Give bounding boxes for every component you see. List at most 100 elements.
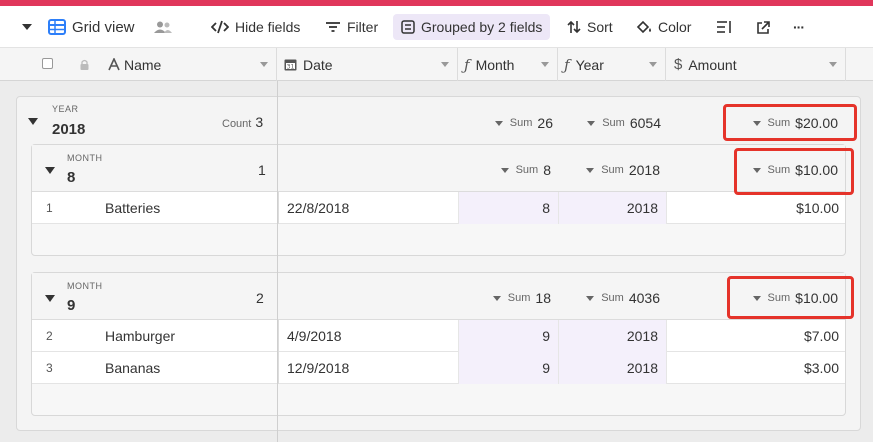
highlight-annotation <box>727 276 854 319</box>
cell-month[interactable]: 9 <box>458 352 558 384</box>
views-toggle-button[interactable] <box>22 6 32 48</box>
lock-icon <box>80 59 89 70</box>
column-header-year[interactable]: ƒ Year <box>558 48 666 81</box>
summary-menu-icon <box>492 295 501 301</box>
cell-name[interactable]: Hamburger <box>105 328 175 344</box>
row-number: 3 <box>46 361 53 375</box>
calendar-icon: 31 <box>284 59 297 71</box>
group-count: Count 3 <box>222 114 263 130</box>
summary-menu-icon <box>500 167 509 173</box>
column-menu-icon[interactable] <box>441 62 449 67</box>
group-field-name: MONTH <box>67 281 103 291</box>
cell-year[interactable]: 2018 <box>558 352 666 384</box>
summary-menu-icon <box>586 167 595 173</box>
group-value: 8 <box>67 169 76 186</box>
select-all-checkbox[interactable] <box>42 58 53 69</box>
column-header-name[interactable]: Name <box>0 48 277 81</box>
row-number: 1 <box>46 201 53 215</box>
summary-month[interactable]: Sum 18 <box>459 290 551 306</box>
cell-amount[interactable]: $7.00 <box>666 320 845 352</box>
cell-month[interactable]: 9 <box>458 320 558 352</box>
paint-bucket-icon <box>636 20 651 34</box>
group-label: Grouped by 2 fields <box>421 19 543 35</box>
group-value: 2018 <box>52 121 86 138</box>
sort-button[interactable]: Sort <box>567 6 613 48</box>
row-number: 2 <box>46 329 53 343</box>
currency-icon: $ <box>674 56 683 73</box>
subgroup-header: MONTH 9 2 Sum 18 Sum 4036 Sum $10.00 <box>32 273 845 320</box>
cell-year[interactable]: 2018 <box>558 192 666 224</box>
summary-year[interactable]: Sum 4036 <box>559 290 660 306</box>
more-options-button[interactable]: ··· <box>793 6 805 48</box>
count-label: Count <box>222 118 252 130</box>
filter-button[interactable]: Filter <box>325 6 378 48</box>
summary-year[interactable]: Sum 6054 <box>559 115 661 131</box>
cell-month[interactable]: 8 <box>458 192 558 224</box>
color-button[interactable]: Color <box>636 6 691 48</box>
row-height-button[interactable] <box>716 6 732 48</box>
column-header-amount[interactable]: $ Amount <box>666 48 846 81</box>
column-header-date[interactable]: 31 Date <box>277 48 458 81</box>
cell-year[interactable]: 2018 <box>558 320 666 352</box>
summary-menu-icon <box>494 120 503 126</box>
column-label: Year <box>575 56 604 73</box>
filter-label: Filter <box>347 19 379 35</box>
column-header-row: Name 31 Date ƒ Month ƒ Year $ Amount <box>0 48 873 81</box>
group-field-name: MONTH <box>67 153 103 163</box>
view-switcher-button[interactable]: Grid view <box>48 6 135 48</box>
cell-date[interactable]: 12/9/2018 <box>278 352 458 384</box>
cell-name[interactable]: Batteries <box>105 200 160 216</box>
column-menu-icon[interactable] <box>649 62 657 67</box>
row-height-icon <box>717 21 731 33</box>
column-label: Name <box>124 56 162 73</box>
collapse-group-icon[interactable] <box>45 167 55 174</box>
collapse-group-icon[interactable] <box>28 118 38 125</box>
summary-month[interactable]: Sum 8 <box>459 162 551 178</box>
column-label: Amount <box>688 56 737 73</box>
collapse-group-icon[interactable] <box>45 295 55 302</box>
cell-name[interactable]: Bananas <box>105 360 160 376</box>
column-menu-icon[interactable] <box>829 62 837 67</box>
group-value: 9 <box>67 297 76 314</box>
group-count: 1 <box>258 162 266 178</box>
column-label: Month <box>475 56 515 73</box>
color-label: Color <box>658 19 692 35</box>
view-name: Grid view <box>72 18 135 36</box>
svg-text:31: 31 <box>287 64 295 71</box>
group-icon <box>401 20 415 34</box>
cell-date[interactable]: 22/8/2018 <box>278 192 458 224</box>
summary-menu-icon <box>587 120 596 126</box>
hide-fields-button[interactable]: Hide fields <box>211 6 300 48</box>
summary-menu-icon <box>586 295 595 301</box>
group-button[interactable]: Grouped by 2 fields <box>393 14 551 40</box>
collaborators-button[interactable] <box>154 6 172 48</box>
hide-fields-label: Hide fields <box>235 19 301 35</box>
sort-icon <box>567 20 581 34</box>
chevron-down-icon <box>22 24 32 30</box>
summary-year[interactable]: Sum 2018 <box>559 162 660 178</box>
share-view-button[interactable] <box>757 6 770 48</box>
view-toolbar: Grid view Hide fields Filter Grouped by … <box>0 6 873 48</box>
column-header-month[interactable]: ƒ Month <box>458 48 558 81</box>
highlight-annotation <box>723 104 857 141</box>
count-value: 3 <box>255 114 264 130</box>
cell-amount[interactable]: $3.00 <box>666 352 845 384</box>
column-menu-icon[interactable] <box>260 62 268 67</box>
table-row[interactable]: 3 Bananas 12/9/2018 9 2018 $3.00 <box>32 352 845 384</box>
summary-month[interactable]: Sum 26 <box>459 115 553 131</box>
people-icon <box>154 21 172 33</box>
subgroup-header: MONTH 8 1 Sum 8 Sum 2018 Sum $10.00 <box>32 145 845 192</box>
frozen-column-divider <box>277 81 278 442</box>
group-field-name: YEAR <box>52 104 79 114</box>
table-row[interactable]: 1 Batteries 22/8/2018 8 2018 $10.00 <box>32 192 845 224</box>
highlight-annotation <box>734 148 854 195</box>
cell-date[interactable]: 4/9/2018 <box>278 320 458 352</box>
column-label: Date <box>303 56 333 73</box>
group-count: 2 <box>256 290 264 306</box>
hide-fields-icon <box>211 20 229 34</box>
column-menu-icon[interactable] <box>541 62 549 67</box>
formula-icon: ƒ <box>564 55 570 74</box>
cell-amount[interactable]: $10.00 <box>666 192 845 224</box>
table-row[interactable]: 2 Hamburger 4/9/2018 9 2018 $7.00 <box>32 320 845 352</box>
text-icon <box>108 58 120 71</box>
